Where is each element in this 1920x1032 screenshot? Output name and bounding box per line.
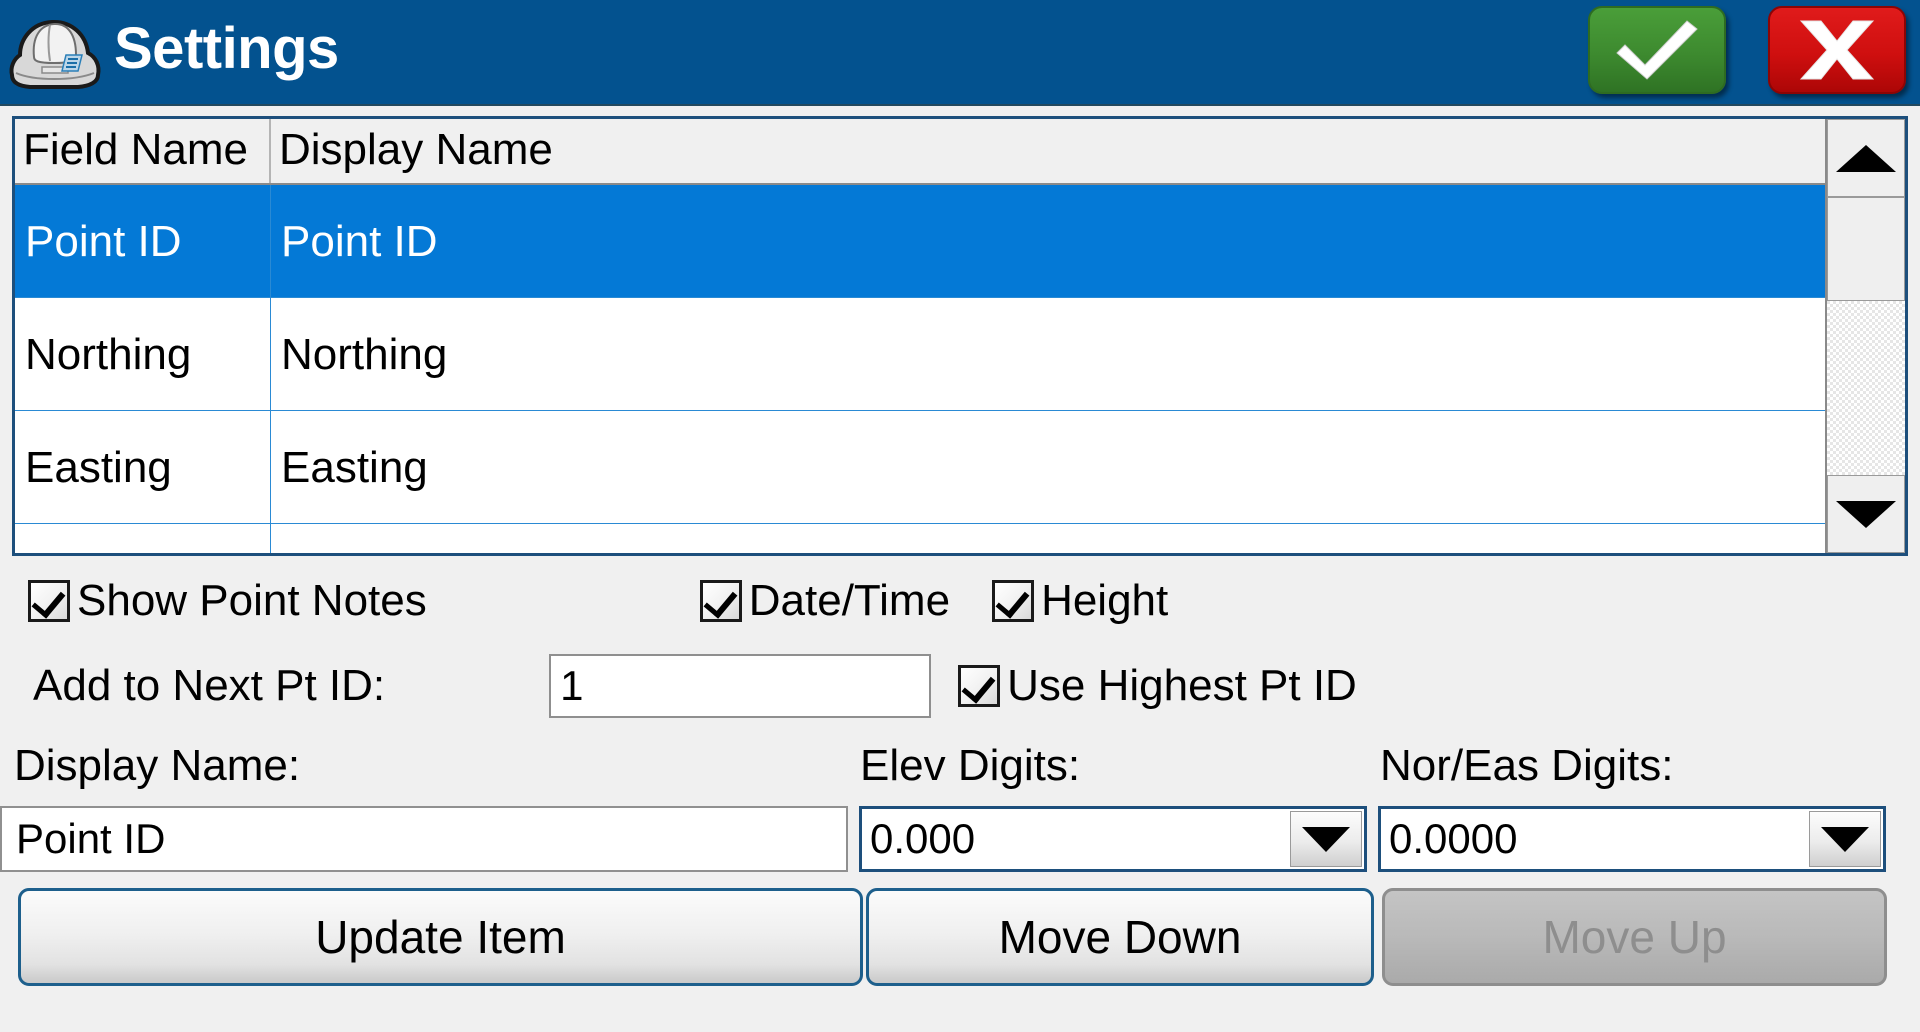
checkbox-use-highest-pt-id[interactable]: Use Highest Pt ID — [958, 664, 1357, 708]
title-bar: Settings — [0, 0, 1920, 106]
chevron-down-icon — [1302, 826, 1350, 852]
scrollbar-thumb[interactable] — [1827, 197, 1905, 301]
ok-button[interactable] — [1588, 6, 1726, 94]
elev-digits-label: Elev Digits: — [860, 741, 1081, 790]
add-to-next-pt-id-label: Add to Next Pt ID: — [33, 661, 386, 710]
elev-digits-value[interactable]: 0.000 — [862, 809, 1288, 869]
add-to-next-pt-id-input[interactable]: 1 — [549, 654, 932, 718]
field-labels-row: Display Name: Elev Digits: Nor/Eas Digit… — [0, 740, 1920, 802]
nor-eas-digits-dropdown[interactable]: 0.0000 — [1378, 806, 1886, 872]
checkbox-indicator — [699, 580, 742, 622]
grid-body: Point ID Point ID Northing Northing East… — [15, 185, 1825, 553]
nor-eas-digits-value[interactable]: 0.0000 — [1381, 809, 1807, 869]
cancel-button[interactable] — [1768, 6, 1906, 94]
grid-main: Field Name Display Name Point ID Point I… — [15, 119, 1825, 553]
display-name-input[interactable]: Point ID — [0, 806, 848, 872]
cell-field-name — [15, 524, 271, 553]
checkbox-date-time[interactable]: Date/Time — [699, 576, 951, 625]
cell-field-name: Northing — [15, 298, 271, 410]
checkbox-label: Use Highest Pt ID — [1007, 661, 1357, 710]
cell-display-name — [271, 524, 1825, 553]
column-header-display-name[interactable]: Display Name — [271, 119, 1825, 183]
table-row[interactable]: Easting Easting — [15, 411, 1825, 524]
grid-header-row: Field Name Display Name — [15, 119, 1825, 185]
table-row[interactable]: Northing Northing — [15, 298, 1825, 411]
cell-display-name: Northing — [281, 330, 448, 379]
field-list-grid: Field Name Display Name Point ID Point I… — [12, 116, 1908, 556]
options-checkbox-row: Show Point Notes Date/Time Height — [0, 564, 1920, 638]
cell-display-name: Point ID — [281, 217, 438, 266]
checkbox-indicator — [958, 665, 1001, 707]
checkmark-icon — [1616, 20, 1698, 80]
move-up-button: Move Up — [1382, 888, 1887, 986]
checkbox-height[interactable]: Height — [992, 579, 1168, 623]
elev-digits-dropdown-button[interactable] — [1290, 811, 1362, 867]
cell-field-name: Point ID — [15, 185, 271, 297]
field-inputs-row: Point ID 0.000 0.0000 — [0, 806, 1920, 880]
checkbox-indicator — [992, 580, 1035, 622]
nor-eas-digits-dropdown-button[interactable] — [1809, 811, 1881, 867]
display-name-label: Display Name: — [14, 741, 301, 790]
scroll-down-button[interactable] — [1827, 475, 1905, 553]
triangle-down-icon — [1836, 500, 1896, 528]
table-row[interactable] — [15, 524, 1825, 553]
update-item-button[interactable]: Update Item — [18, 888, 863, 986]
table-row[interactable]: Point ID Point ID — [15, 185, 1825, 298]
cell-display-name: Easting — [281, 443, 428, 492]
checkbox-indicator — [28, 580, 70, 622]
elev-digits-dropdown[interactable]: 0.000 — [859, 806, 1367, 872]
checkbox-label: Height — [1041, 576, 1169, 625]
scrollbar-track[interactable] — [1827, 301, 1905, 475]
triangle-up-icon — [1836, 144, 1896, 172]
hard-hat-icon — [9, 19, 101, 89]
checkbox-label: Date/Time — [748, 576, 951, 625]
window-title: Settings — [114, 16, 339, 81]
column-header-field-name[interactable]: Field Name — [15, 119, 271, 183]
x-icon — [1799, 20, 1875, 80]
action-button-row: Update Item Move Down Move Up — [0, 888, 1920, 994]
checkbox-show-point-notes[interactable]: Show Point Notes — [28, 579, 427, 623]
scroll-up-button[interactable] — [1827, 119, 1905, 197]
add-to-next-pt-id-row: Add to Next Pt ID: 1 Use Highest Pt ID — [0, 644, 1920, 728]
settings-window: Settings Field Name Display Name Point I… — [0, 0, 1920, 1032]
titlebar-actions — [1588, 6, 1906, 94]
grid-vertical-scrollbar[interactable] — [1825, 119, 1905, 553]
move-down-button[interactable]: Move Down — [866, 888, 1374, 986]
cell-field-name: Easting — [15, 411, 271, 523]
checkbox-label: Show Point Notes — [77, 576, 427, 625]
nor-eas-digits-label: Nor/Eas Digits: — [1380, 741, 1674, 790]
chevron-down-icon — [1821, 826, 1869, 852]
